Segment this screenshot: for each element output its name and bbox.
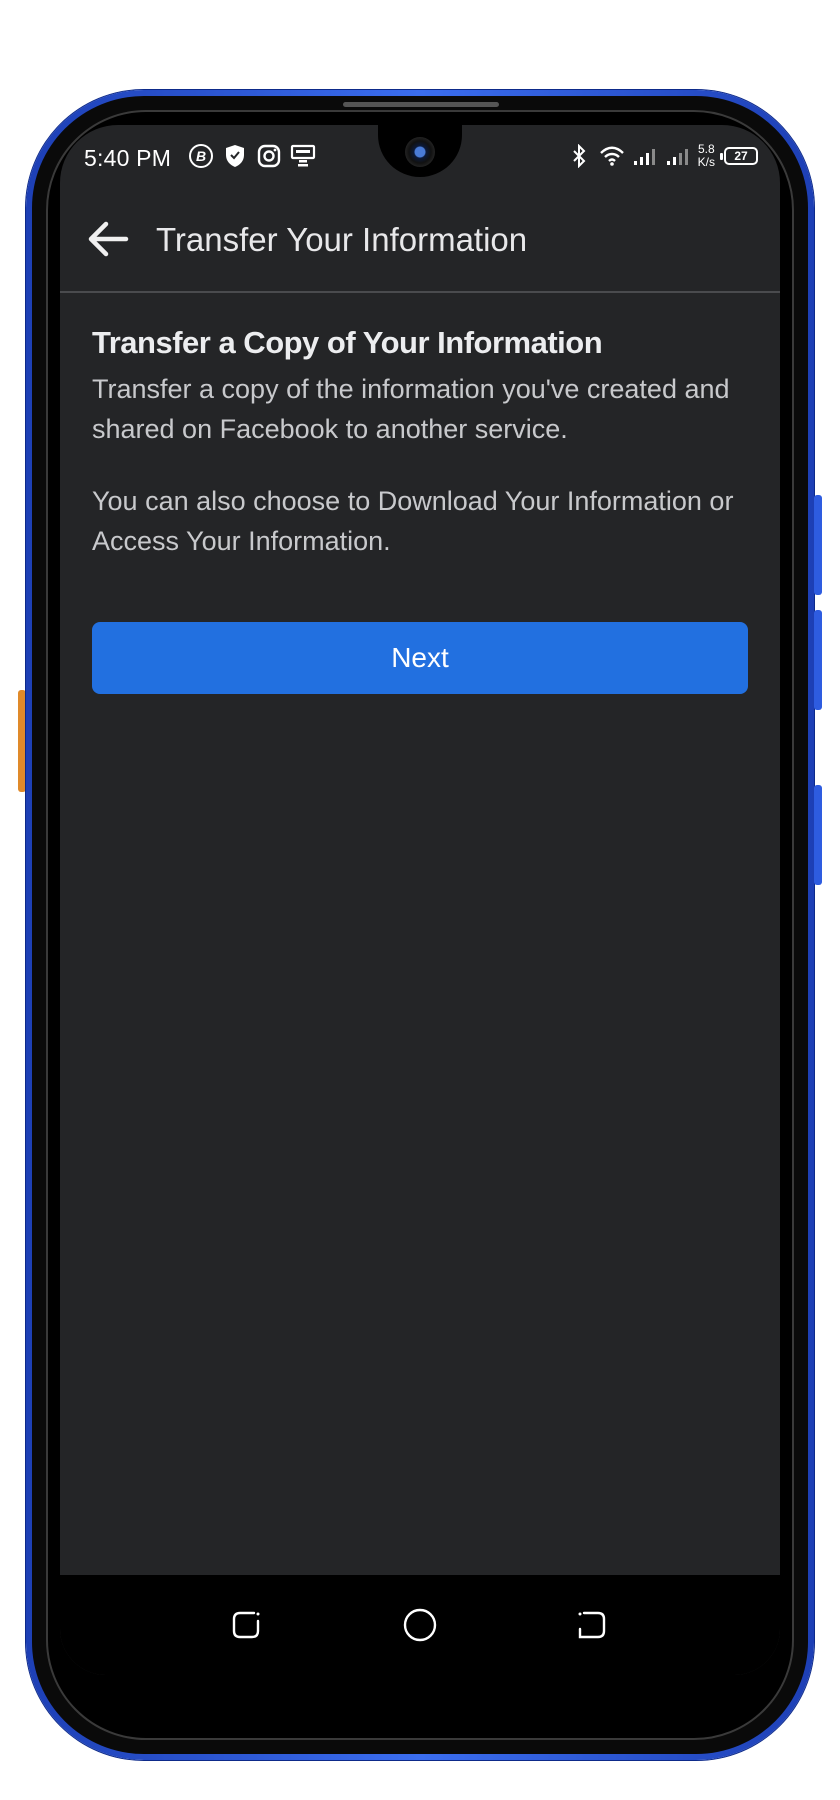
power-button bbox=[814, 785, 822, 885]
screen: 5:40 PM B 5.8 K/s 27 Transfer Your Infor… bbox=[60, 125, 780, 1675]
next-button[interactable]: Next bbox=[92, 622, 748, 694]
instagram-icon bbox=[256, 143, 282, 169]
message-tray-icon bbox=[290, 143, 316, 169]
system-status-icons: 5.8 K/s 27 bbox=[566, 143, 758, 169]
alternatives-text: You can also choose to Download Your Inf… bbox=[92, 486, 734, 556]
side-button-left bbox=[18, 690, 26, 792]
network-speed: 5.8 K/s bbox=[698, 143, 715, 169]
b-circle-icon: B bbox=[188, 143, 214, 169]
navigation-bar bbox=[60, 1575, 780, 1675]
description-text: Transfer a copy of the information you'v… bbox=[92, 374, 730, 444]
notification-icons: B bbox=[188, 143, 316, 169]
signal-icon bbox=[632, 143, 658, 169]
back-nav-icon[interactable] bbox=[574, 1607, 610, 1643]
status-time: 5:40 PM bbox=[84, 145, 172, 171]
volume-up-button bbox=[814, 495, 822, 595]
recent-apps-icon[interactable] bbox=[228, 1607, 264, 1643]
earpiece-speaker bbox=[343, 102, 499, 107]
section-heading: Transfer a Copy of Your Information bbox=[92, 325, 603, 360]
wifi-icon bbox=[599, 143, 625, 169]
page-title: Transfer Your Information bbox=[156, 221, 528, 258]
app-header: Transfer Your Information bbox=[60, 189, 780, 293]
bluetooth-icon bbox=[566, 143, 592, 169]
volume-down-button bbox=[814, 610, 822, 710]
svg-text:B: B bbox=[196, 148, 206, 164]
battery-indicator: 27 bbox=[720, 147, 758, 165]
signal-icon bbox=[665, 143, 691, 169]
shield-icon bbox=[222, 143, 248, 169]
back-arrow-icon[interactable] bbox=[84, 215, 132, 263]
home-icon[interactable] bbox=[402, 1607, 438, 1643]
front-camera bbox=[405, 137, 435, 167]
main-content: Transfer a Copy of Your Information Tran… bbox=[92, 325, 748, 561]
network-speed-unit: K/s bbox=[697, 155, 715, 169]
